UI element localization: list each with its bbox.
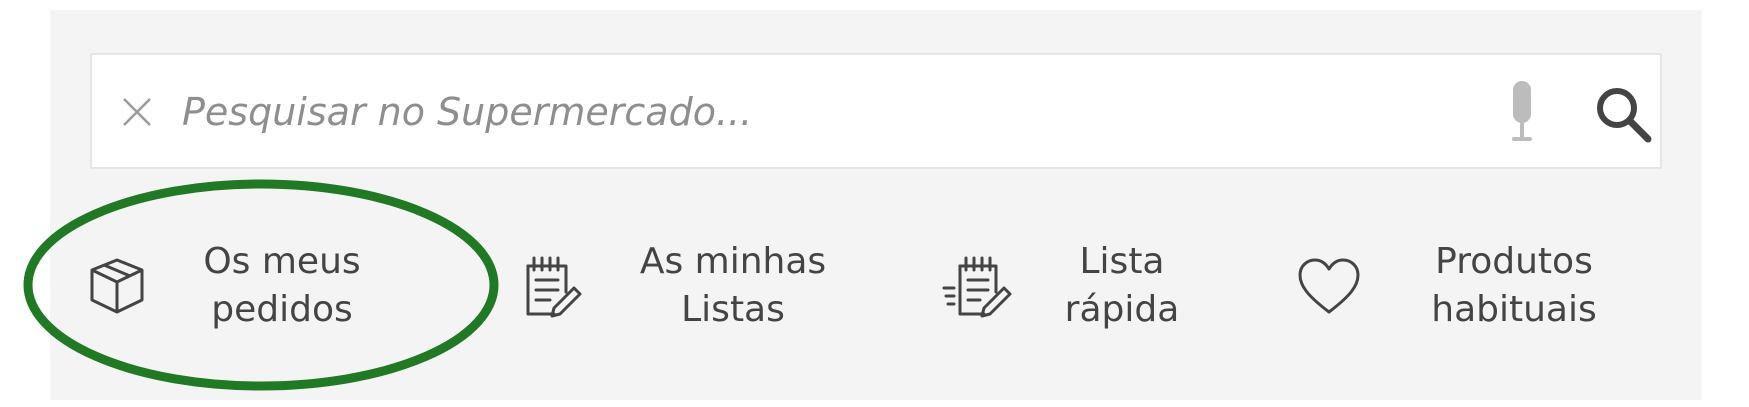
microphone-icon[interactable] xyxy=(1502,79,1542,149)
search-icon[interactable] xyxy=(1592,83,1654,145)
shortcut-quick-list[interactable]: Lista rápida xyxy=(942,232,1242,342)
shortcut-label: Lista rápida xyxy=(1064,241,1180,330)
shortcut-label: As minhas Listas xyxy=(639,241,827,330)
search-input[interactable] xyxy=(182,79,1382,145)
shortcut-label: Produtos habituais xyxy=(1431,241,1597,330)
close-icon[interactable] xyxy=(120,95,154,129)
shortcut-my-orders[interactable]: Os meus pedidos xyxy=(82,232,412,342)
heart-icon xyxy=(1298,258,1360,314)
notepad-icon xyxy=(526,256,582,318)
shortcut-label: Os meus pedidos xyxy=(203,241,361,330)
box-icon xyxy=(90,258,144,314)
search-bar xyxy=(90,53,1662,169)
quick-list-icon xyxy=(942,256,1012,318)
shortcut-usual-products[interactable]: Produtos habituais xyxy=(1294,232,1654,342)
shortcut-my-lists[interactable]: As minhas Listas xyxy=(518,232,848,342)
